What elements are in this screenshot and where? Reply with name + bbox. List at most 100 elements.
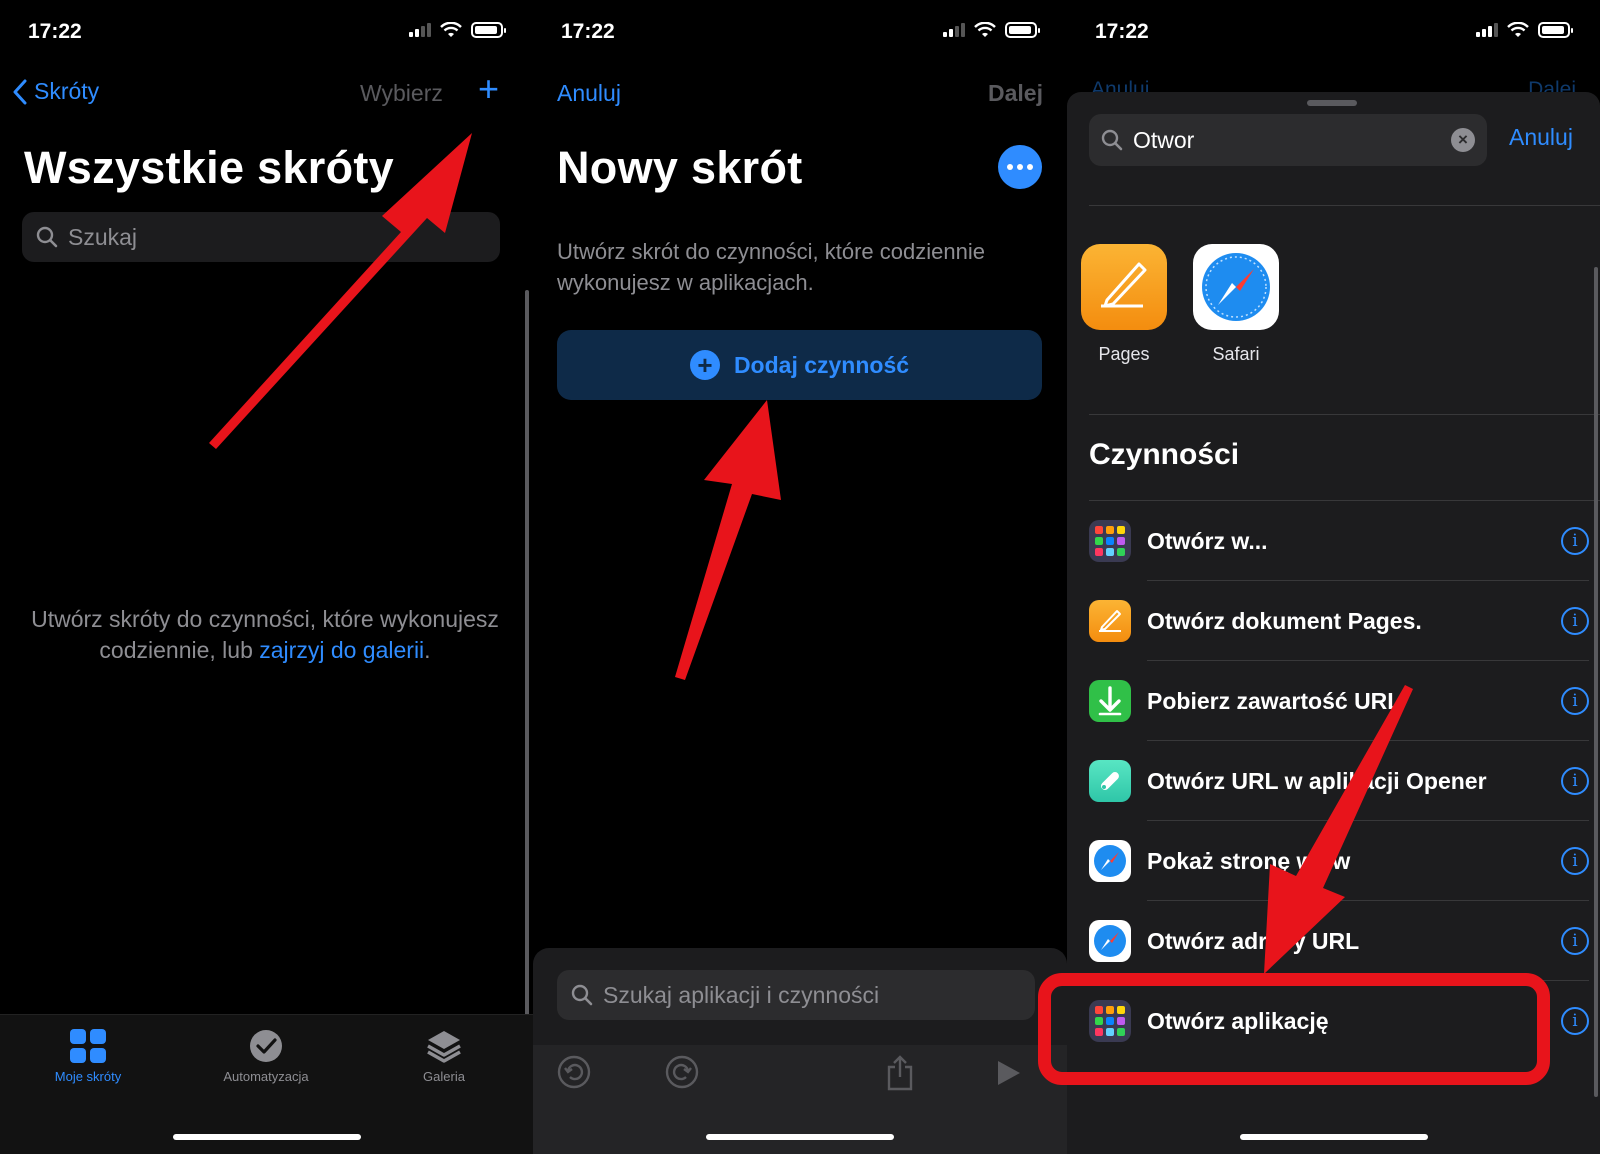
home-indicator: [706, 1134, 894, 1140]
divider: [1089, 205, 1600, 206]
home-indicator: [1239, 1134, 1428, 1140]
tab-my-shortcuts[interactable]: Moje skróty: [18, 1029, 158, 1084]
more-options-button[interactable]: [998, 145, 1042, 189]
tab-gallery[interactable]: Galeria: [374, 1029, 514, 1084]
action-label: Pobierz zawartość URL: [1147, 687, 1402, 714]
search-placeholder: Szukaj: [68, 223, 138, 250]
divider: [1089, 414, 1600, 415]
pages-icon: [1089, 600, 1131, 642]
cellular-signal-icon: [409, 23, 431, 37]
tab-bar: Moje skróty Automatyzacja Galeria: [0, 1014, 533, 1154]
clear-search-icon[interactable]: ×: [1451, 128, 1475, 152]
gallery-link[interactable]: zajrzyj do galerii: [259, 637, 424, 663]
status-time: 17:22: [28, 20, 82, 43]
search-input[interactable]: Otwor ×: [1089, 114, 1487, 166]
search-sheet: Otwor × Anuluj Pages Safari Czynności Ot…: [1067, 92, 1600, 1154]
back-label: Skróty: [34, 78, 100, 104]
share-icon[interactable]: [885, 1055, 915, 1091]
page-title: Wszystkie skróty: [24, 142, 394, 193]
safari-compass-icon: [1089, 920, 1131, 962]
search-icon: [571, 984, 593, 1006]
pages-icon: [1081, 244, 1167, 330]
search-value: Otwor: [1133, 126, 1195, 153]
select-button[interactable]: Wybierz: [360, 80, 443, 107]
action-row-get-url-contents[interactable]: Pobierz zawartość URL i: [1089, 661, 1589, 741]
status-time: 17:22: [1095, 20, 1149, 43]
back-button[interactable]: Skróty: [12, 78, 99, 105]
apps-grid-icon: [1089, 1000, 1131, 1042]
battery-icon: [471, 22, 506, 38]
action-row-open-in[interactable]: Otwórz w... i: [1089, 501, 1589, 581]
wifi-icon: [440, 22, 462, 37]
search-placeholder: Szukaj aplikacji i czynności: [603, 981, 880, 1008]
empty-state-message: Utwórz skróty do czynności, które wykonu…: [30, 604, 500, 666]
app-safari[interactable]: Safari: [1193, 244, 1279, 365]
app-pages[interactable]: Pages: [1081, 244, 1167, 365]
action-row-show-webpage[interactable]: Pokaż stronę www i: [1089, 821, 1589, 901]
play-icon[interactable]: [996, 1059, 1022, 1087]
info-icon[interactable]: i: [1561, 607, 1589, 635]
action-label: Otwórz dokument Pages.: [1147, 607, 1422, 634]
next-button[interactable]: Dalej: [988, 80, 1043, 107]
add-shortcut-button[interactable]: +: [478, 68, 499, 110]
wifi-icon: [974, 22, 996, 37]
action-row-open-url-opener[interactable]: Otwórz URL w aplikacji Opener i: [1089, 741, 1589, 821]
sheet-grabber[interactable]: [1307, 100, 1357, 106]
download-arrow-icon: [1089, 680, 1131, 722]
status-icons: [943, 22, 1040, 38]
action-row-open-app[interactable]: Otwórz aplikację i: [1089, 981, 1589, 1061]
action-row-open-pages-doc[interactable]: Otwórz dokument Pages. i: [1089, 581, 1589, 661]
search-icon: [1101, 129, 1123, 151]
opener-icon: [1089, 760, 1131, 802]
add-action-button[interactable]: + Dodaj czynność: [557, 330, 1042, 400]
battery-icon: [1538, 22, 1573, 38]
info-icon[interactable]: i: [1561, 767, 1589, 795]
scroll-indicator[interactable]: [525, 290, 529, 1030]
info-icon[interactable]: i: [1561, 847, 1589, 875]
new-shortcut-screen: 17:22 Anuluj Dalej Nowy skrót Utwórz skr…: [533, 0, 1067, 1154]
action-label: Pokaż stronę www: [1147, 847, 1351, 874]
home-indicator: [172, 1134, 361, 1140]
cancel-button[interactable]: Anuluj: [557, 80, 621, 107]
cellular-signal-icon: [1476, 23, 1498, 37]
tab-label: Moje skróty: [54, 1069, 122, 1084]
add-action-label: Dodaj czynność: [733, 351, 910, 378]
info-icon[interactable]: i: [1561, 687, 1589, 715]
all-shortcuts-screen: 17:22 Skróty Wybierz + Wszystkie skróty …: [0, 0, 533, 1154]
search-icon: [36, 226, 58, 248]
page-title: Nowy skrót: [557, 142, 803, 193]
safari-compass-icon: [1089, 840, 1131, 882]
empty-text-end: .: [424, 637, 431, 663]
tab-label: Automatyzacja: [223, 1069, 309, 1084]
wifi-icon: [1507, 22, 1529, 37]
tab-automation[interactable]: Automatyzacja: [196, 1029, 336, 1084]
grid-icon: [70, 1029, 106, 1063]
scroll-indicator[interactable]: [1594, 267, 1598, 1097]
info-icon[interactable]: i: [1561, 1007, 1589, 1035]
shortcut-description: Utwórz skrót do czynności, które codzien…: [557, 239, 985, 295]
action-row-open-urls[interactable]: Otwórz adresy URL i: [1089, 901, 1589, 981]
action-search-screen: 17:22 Anuluj Dalej Otwor × Anuluj Pages …: [1067, 0, 1600, 1154]
cancel-button[interactable]: Anuluj: [1509, 124, 1573, 151]
apps-grid-icon: [1089, 520, 1131, 562]
info-icon[interactable]: i: [1561, 527, 1589, 555]
redo-icon[interactable]: [665, 1055, 699, 1089]
info-icon[interactable]: i: [1561, 927, 1589, 955]
status-icons: [409, 22, 506, 38]
cellular-signal-icon: [943, 23, 965, 37]
editor-toolbar: [533, 1045, 1067, 1154]
action-label: Otwórz adresy URL: [1147, 927, 1360, 954]
action-label: Otwórz aplikację: [1147, 1007, 1329, 1034]
section-title: Czynności: [1089, 438, 1240, 471]
layers-icon: [427, 1031, 461, 1063]
action-label: Otwórz w...: [1147, 527, 1268, 554]
app-label: Safari: [1212, 344, 1260, 364]
tab-label: Galeria: [423, 1069, 465, 1084]
clock-check-icon: [250, 1030, 282, 1062]
app-action-search-input[interactable]: Szukaj aplikacji i czynności: [557, 970, 1035, 1020]
status-time: 17:22: [561, 20, 615, 43]
plus-circle-icon: +: [689, 350, 720, 380]
search-input[interactable]: Szukaj: [22, 212, 500, 262]
chevron-left-icon: [13, 79, 27, 104]
undo-icon[interactable]: [557, 1055, 591, 1089]
